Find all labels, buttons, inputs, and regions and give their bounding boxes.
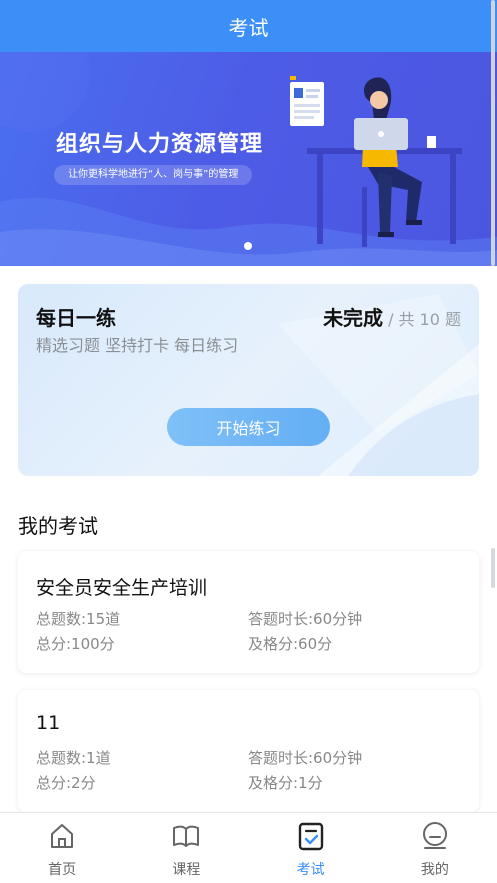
exam-duration: 答题时长:60分钟 [248, 749, 363, 767]
page-title: 考试 [228, 15, 269, 40]
status-separator: / [388, 310, 394, 329]
tab-profile-label: 我的 [420, 862, 449, 878]
daily-practice-status: 未完成 / 共 10 题 [323, 302, 461, 331]
question-total: 共 10 题 [398, 310, 461, 329]
exam-question-count: 总题数:15道 [36, 610, 121, 628]
page-header: 考试 [0, 0, 497, 52]
profile-icon [422, 822, 447, 849]
exam-name: 11 [36, 712, 61, 734]
exam-duration: 答题时长:60分钟 [248, 610, 363, 628]
exam-pass-score: 及格分:60分 [248, 635, 333, 653]
banner-illustration [290, 76, 462, 247]
tab-exam-label: 考试 [296, 862, 325, 878]
tab-exam[interactable]: 考试 [249, 813, 373, 883]
tab-courses-label: 课程 [172, 862, 201, 878]
book-icon [173, 825, 200, 847]
list-scrollbar-thumb[interactable] [491, 548, 495, 588]
exam-card[interactable]: 安全员安全生产培训 总题数:15道 答题时长:60分钟 总分:100分 及格分:… [18, 551, 479, 673]
my-exams-heading: 我的考试 [18, 514, 98, 538]
start-practice-button[interactable]: 开始练习 [167, 408, 330, 446]
exam-question-count: 总题数:1道 [36, 749, 111, 767]
tab-profile[interactable]: 我的 [373, 813, 497, 883]
tab-home-label: 首页 [48, 862, 77, 878]
banner-subtitle: 让你更科学地进行“人、岗与事”的管理 [54, 165, 253, 185]
tab-home[interactable]: 首页 [0, 813, 124, 883]
banner-carousel[interactable]: 组织与人力资源管理 让你更科学地进行“人、岗与事”的管理 [0, 52, 497, 266]
carousel-indicator-dot[interactable] [244, 242, 252, 250]
tab-courses[interactable]: 课程 [124, 813, 248, 883]
exam-icon [298, 822, 323, 851]
banner-title: 组织与人力资源管理 [56, 132, 264, 157]
exam-pass-score: 及格分:1分 [248, 774, 323, 792]
scrollbar-thumb[interactable] [491, 0, 495, 266]
home-icon [51, 824, 74, 848]
daily-practice-card[interactable]: 每日一练 精选习题 坚持打卡 每日练习 未完成 / 共 10 题 开始练习 [18, 284, 479, 476]
completion-status: 未完成 [323, 306, 384, 330]
exam-name: 安全员安全生产培训 [36, 577, 208, 599]
exam-total-score: 总分:100分 [36, 635, 115, 653]
exam-total-score: 总分:2分 [36, 774, 96, 792]
bottom-tab-bar: 首页 课程 考试 我的 [0, 812, 497, 883]
daily-practice-subtitle: 精选习题 坚持打卡 每日练习 [36, 336, 239, 355]
daily-practice-title: 每日一练 [36, 306, 116, 330]
exam-card[interactable]: 11 总题数:1道 答题时长:60分钟 总分:2分 及格分:1分 [18, 690, 479, 812]
